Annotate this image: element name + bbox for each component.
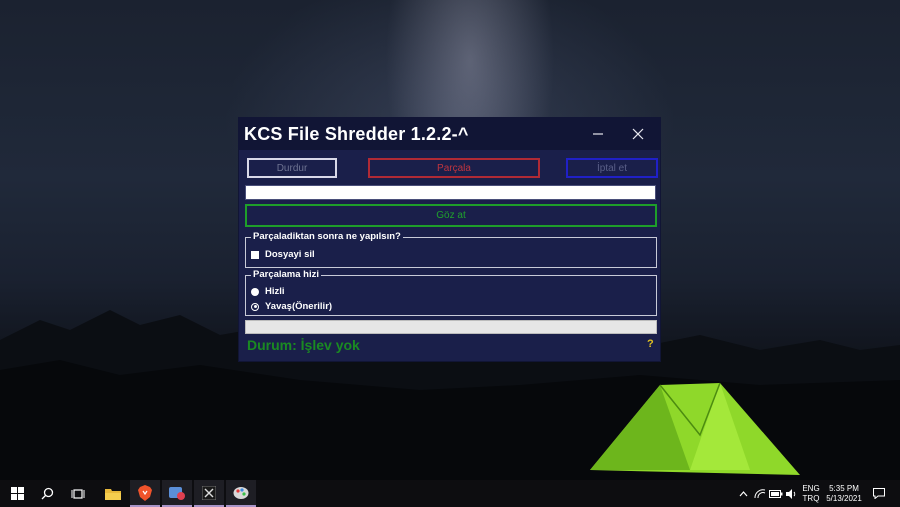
file-explorer-button[interactable]: [98, 480, 128, 507]
close-icon: [632, 128, 644, 140]
clock[interactable]: 5:35 PM 5/13/2021: [824, 484, 864, 504]
kcs-shredder-icon: [202, 485, 216, 500]
file-explorer-icon: [105, 489, 121, 500]
delete-file-option[interactable]: Dosyayi sil: [251, 249, 315, 260]
title-bar[interactable]: KCS File Shredder 1.2.2-^: [239, 118, 660, 150]
network-tray-button[interactable]: [752, 480, 768, 507]
minimize-icon: [593, 133, 603, 135]
battery-tray-button[interactable]: [768, 480, 784, 507]
file-path-input[interactable]: [245, 185, 656, 200]
battery-icon: [769, 489, 783, 498]
shred-speed-legend: Parçalama hizi: [251, 269, 322, 280]
window-title: KCS File Shredder 1.2.2-^: [244, 124, 469, 144]
clock-time: 5:35 PM: [829, 484, 859, 493]
language-top: ENG: [802, 484, 820, 493]
task-view-button[interactable]: [63, 480, 93, 507]
slow-label: Yavaş(Önerilir): [265, 301, 333, 312]
start-icon: [10, 487, 24, 500]
brave-browser-button[interactable]: [130, 480, 160, 507]
cancel-button[interactable]: İptal et: [566, 158, 658, 178]
minimize-button[interactable]: [579, 118, 617, 150]
wallpaper-tent: [590, 382, 800, 475]
taskbar: ENG TRQ 5:35 PM 5/13/2021: [0, 480, 900, 507]
app-button[interactable]: [162, 480, 192, 507]
paint-icon: [233, 486, 249, 499]
delete-file-label: Dosyayi sil: [265, 249, 315, 260]
shred-button[interactable]: Parçala: [368, 158, 540, 178]
app-window: KCS File Shredder 1.2.2-^ Durdur Parçala…: [239, 118, 660, 361]
after-shred-group: Parçaladiktan sonra ne yapılsın? Dosyayi…: [245, 231, 657, 268]
browse-button[interactable]: Göz at: [245, 204, 657, 227]
search-icon: [41, 487, 53, 500]
task-view-icon: [71, 488, 85, 499]
speed-option-fast[interactable]: Hizli: [251, 286, 285, 297]
delete-file-checkbox[interactable]: [251, 250, 259, 259]
paint-button[interactable]: [226, 480, 256, 507]
fast-radio[interactable]: [251, 287, 259, 296]
volume-tray-button[interactable]: [784, 480, 800, 507]
start-button[interactable]: [2, 480, 32, 507]
search-button[interactable]: [32, 480, 62, 507]
close-button[interactable]: [619, 118, 657, 150]
notification-icon: [873, 488, 885, 499]
help-button[interactable]: ?: [647, 338, 654, 350]
status-text: Durum: İşlev yok: [247, 337, 360, 353]
brave-browser-icon: [138, 484, 152, 501]
kcs-shredder-taskbar-button[interactable]: [194, 480, 224, 507]
network-icon: [754, 488, 766, 498]
speed-option-slow[interactable]: Yavaş(Önerilir): [251, 301, 332, 312]
chevron-up-icon: [739, 490, 747, 496]
slow-radio[interactable]: [251, 302, 259, 311]
after-shred-legend: Parçaladiktan sonra ne yapılsın?: [251, 231, 403, 242]
shred-speed-group: Parçalama hizi Hizli Yavaş(Önerilir): [245, 269, 657, 316]
fast-label: Hizli: [265, 286, 285, 297]
volume-icon: [786, 488, 796, 499]
show-hidden-icons-button[interactable]: [734, 480, 752, 507]
stop-button[interactable]: Durdur: [247, 158, 337, 178]
language-indicator[interactable]: ENG TRQ: [801, 484, 821, 504]
language-bottom: TRQ: [802, 494, 820, 503]
clock-date: 5/13/2021: [826, 494, 862, 503]
app-icon: [169, 486, 185, 500]
progress-bar: [245, 320, 657, 334]
notifications-button[interactable]: [868, 480, 890, 507]
